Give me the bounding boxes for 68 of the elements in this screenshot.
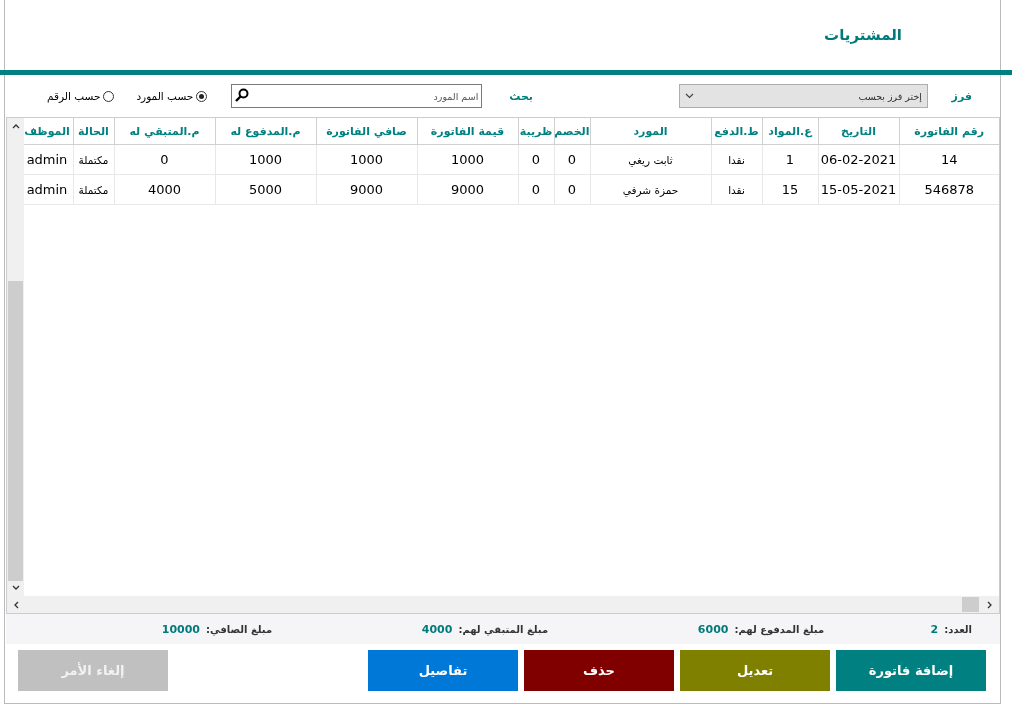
- column-header[interactable]: ط.الدفع: [711, 118, 762, 145]
- column-header[interactable]: الحالة: [73, 118, 114, 145]
- table-cell: 4000: [114, 174, 215, 205]
- table-cell: نقدا: [711, 174, 762, 205]
- column-header[interactable]: ظريبة: [518, 118, 554, 145]
- caret-left-icon: [13, 600, 19, 609]
- table-cell: 06-02-2021: [818, 144, 899, 175]
- table-cell: حمزة شرفي: [590, 174, 711, 205]
- table-cell: 1: [762, 144, 818, 175]
- chevron-down-icon: [685, 93, 694, 99]
- sort-dropdown[interactable]: إختر فرز بحسب: [679, 84, 928, 108]
- table-cell: 546878: [899, 174, 999, 205]
- column-header[interactable]: قيمة الفاتورة: [417, 118, 518, 145]
- column-header[interactable]: م.المتبقي له: [114, 118, 215, 145]
- column-header[interactable]: ع.المواد: [762, 118, 818, 145]
- action-button[interactable]: إضافة فاتورة: [836, 650, 986, 691]
- summary-value: 6000: [697, 622, 729, 636]
- search-field[interactable]: اسم المورد: [231, 84, 483, 108]
- summary-label: العدد:: [944, 623, 972, 635]
- summary-value: 10000: [161, 622, 200, 636]
- vertical-scrollbar[interactable]: [7, 118, 24, 596]
- scrollbar-thumb[interactable]: [8, 281, 23, 581]
- search-label: بحث: [509, 89, 533, 103]
- sort-label: فرز: [952, 89, 972, 103]
- table-cell: admin: [24, 174, 73, 205]
- table-cell: 0: [554, 174, 590, 205]
- radio-option[interactable]: حسب الرقم: [47, 90, 115, 102]
- action-button[interactable]: حذف: [524, 650, 674, 691]
- action-button[interactable]: تفاصيل: [368, 650, 518, 691]
- summary-label: مبلغ المتبقي لهم:: [458, 623, 549, 635]
- table-cell: 5000: [215, 174, 316, 205]
- summary-label: مبلغ المدفوع لهم:: [734, 623, 825, 635]
- search-icon: [235, 88, 250, 102]
- caret-down-icon: [11, 585, 20, 590]
- scrollbar-thumb[interactable]: [962, 597, 979, 612]
- table-cell: 1000: [215, 144, 316, 175]
- table-cell: 0: [518, 144, 554, 175]
- column-header[interactable]: م.المدفوع له: [215, 118, 316, 145]
- table-cell: 14: [899, 144, 999, 175]
- summary-value: 4000: [421, 622, 453, 636]
- radio-option[interactable]: حسب المورد: [136, 90, 208, 102]
- caret-right-icon: [987, 600, 993, 609]
- summary-value: 2: [930, 622, 939, 636]
- action-button[interactable]: تعديل: [680, 650, 830, 691]
- table-cell: 0: [114, 144, 215, 175]
- column-header[interactable]: الموظف: [24, 118, 73, 145]
- table-cell: نقدا: [711, 144, 762, 175]
- column-header[interactable]: التاريخ: [818, 118, 899, 145]
- table-cell: 15: [762, 174, 818, 205]
- table-cell: ثابت ريغي: [590, 144, 711, 175]
- table-cell: 1000: [417, 144, 518, 175]
- table-cell: 1000: [316, 144, 417, 175]
- caret-up-icon: [11, 124, 20, 129]
- table-cell: 15-05-2021: [818, 174, 899, 205]
- column-header[interactable]: الخصم: [554, 118, 590, 145]
- table-cell: مكتملة: [73, 144, 114, 175]
- column-header[interactable]: رقم الفاتورة: [899, 118, 999, 145]
- column-header[interactable]: المورد: [590, 118, 711, 145]
- table-cell: 0: [554, 144, 590, 175]
- table-cell: 0: [518, 174, 554, 205]
- table-cell: 9000: [316, 174, 417, 205]
- table-cell: مكتملة: [73, 174, 114, 205]
- table-cell: admin: [24, 144, 73, 175]
- column-header[interactable]: صافي الفاتورة: [316, 118, 417, 145]
- horizontal-scrollbar[interactable]: [7, 596, 999, 613]
- table-cell: 9000: [417, 174, 518, 205]
- summary-label: مبلغ الصافي:: [206, 623, 273, 635]
- window-title: المشتريات: [824, 26, 902, 44]
